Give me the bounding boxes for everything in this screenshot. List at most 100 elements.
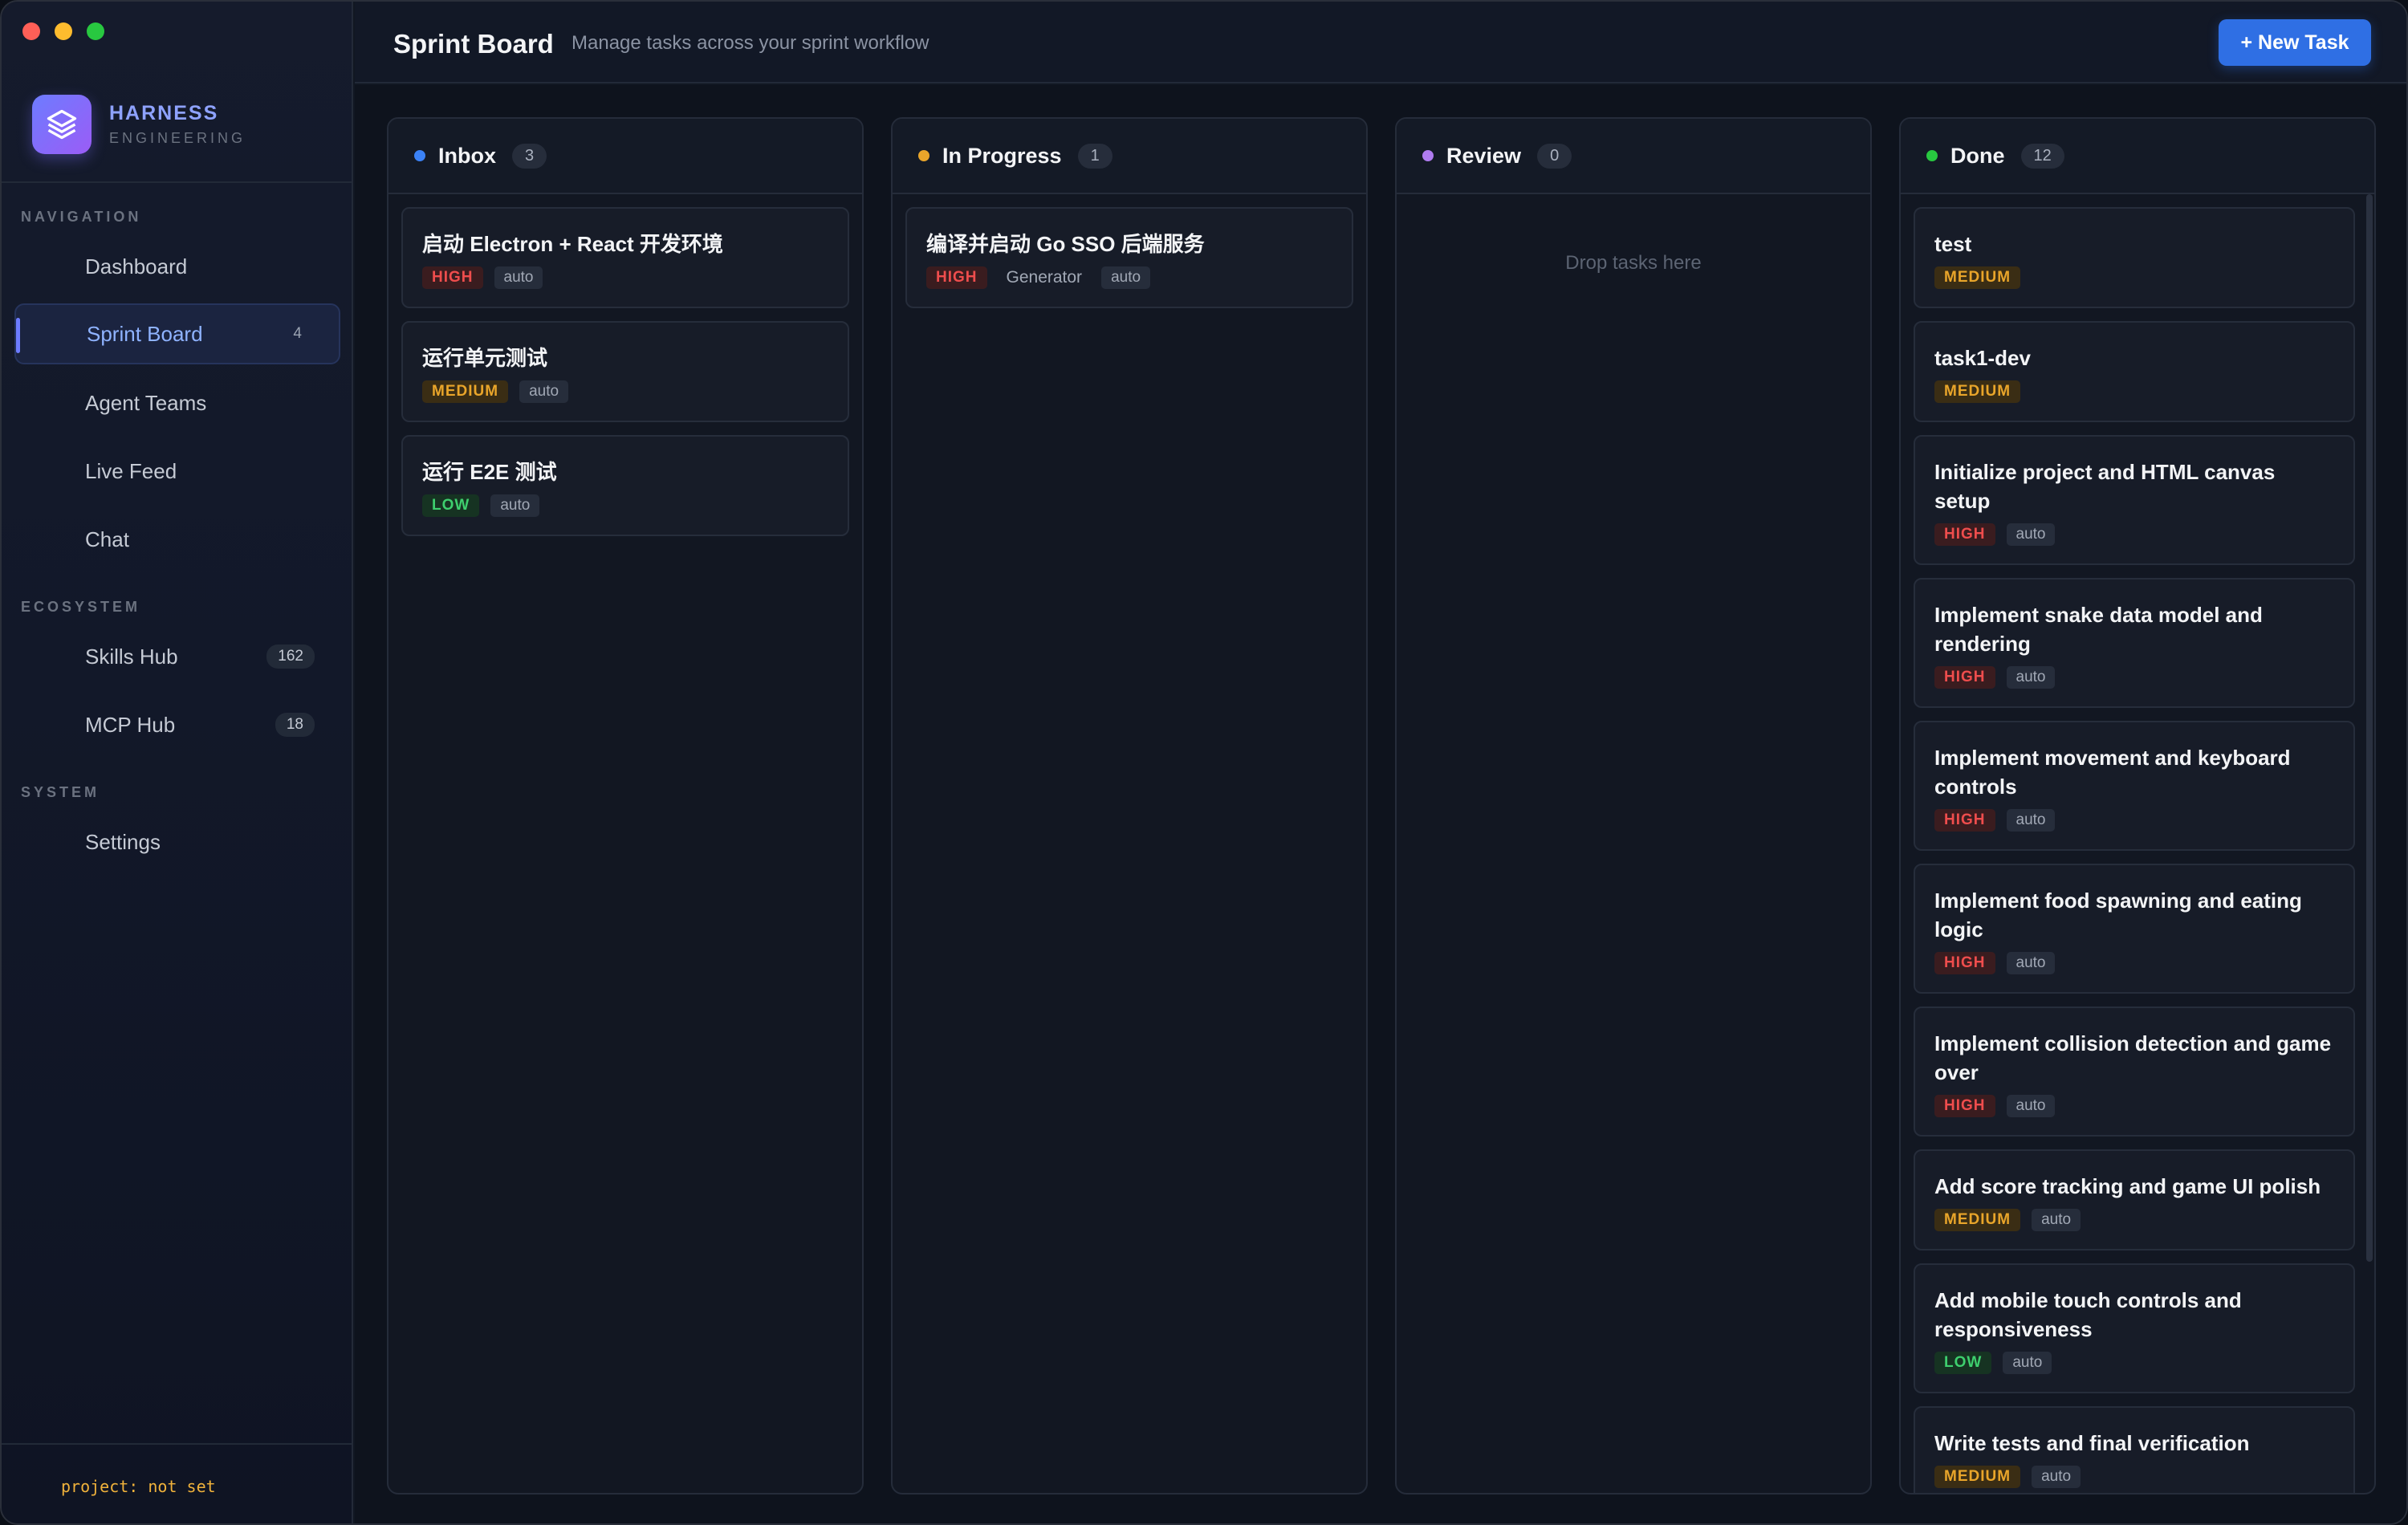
priority-badge: LOW bbox=[1934, 1352, 1992, 1374]
task-card[interactable]: 启动 Electron + React 开发环境 HIGH auto bbox=[401, 207, 849, 308]
sidebar-item-sprint-board[interactable]: Sprint Board 4 bbox=[14, 303, 340, 364]
drop-zone[interactable]: Drop tasks here bbox=[1397, 194, 1870, 287]
column-body: 启动 Electron + React 开发环境 HIGH auto 运行单元测… bbox=[388, 194, 862, 562]
task-title: 编译并启动 Go SSO 后端服务 bbox=[926, 232, 1205, 256]
sprint-board: Inbox 3 启动 Electron + React 开发环境 HIGH au… bbox=[355, 85, 2406, 1523]
column-header: In Progress 1 bbox=[893, 119, 1366, 194]
status-dot bbox=[918, 150, 929, 161]
task-card[interactable]: 编译并启动 Go SSO 后端服务 HIGH Generator auto bbox=[905, 207, 1353, 308]
sidebar-item-label: Live Feed bbox=[85, 458, 177, 483]
mode-tag: auto bbox=[2006, 523, 2056, 546]
mode-tag: auto bbox=[490, 494, 540, 517]
priority-badge: HIGH bbox=[1934, 666, 1995, 689]
layers-logo-icon bbox=[32, 95, 92, 154]
mode-tag: auto bbox=[2003, 1352, 2052, 1374]
column-count: 0 bbox=[1537, 143, 1572, 169]
priority-badge: MEDIUM bbox=[1934, 1209, 2021, 1231]
column-count: 12 bbox=[2020, 143, 2064, 169]
sidebar-item-agent-teams[interactable]: Agent Teams bbox=[14, 372, 340, 433]
column-title: In Progress bbox=[942, 143, 1062, 168]
task-meta: HIGH auto bbox=[1934, 952, 2334, 974]
mode-tag: auto bbox=[2006, 809, 2056, 832]
mode-tag: auto bbox=[1101, 266, 1151, 289]
task-title: 启动 Electron + React 开发环境 bbox=[422, 232, 723, 256]
column-count: 3 bbox=[512, 143, 547, 169]
task-title: 运行 E2E 测试 bbox=[422, 460, 557, 484]
column-inbox: Inbox 3 启动 Electron + React 开发环境 HIGH au… bbox=[387, 117, 864, 1494]
sidebar-item-live-feed[interactable]: Live Feed bbox=[14, 441, 340, 502]
sidebar-item-label: Chat bbox=[85, 527, 129, 551]
sidebar: HARNESS ENGINEERING NAVIGATION Dashboard… bbox=[2, 2, 353, 1523]
task-card[interactable]: 运行 E2E 测试 LOW auto bbox=[401, 435, 849, 536]
sidebar-item-mcp-hub[interactable]: MCP Hub 18 bbox=[14, 694, 340, 755]
task-meta: MEDIUM auto bbox=[1934, 1209, 2334, 1231]
task-card[interactable]: 运行单元测试 MEDIUM auto bbox=[401, 321, 849, 422]
task-card[interactable]: Add score tracking and game UI polish ME… bbox=[1914, 1149, 2355, 1250]
page-subtitle: Manage tasks across your sprint workflow bbox=[571, 32, 929, 54]
task-card[interactable]: Implement movement and keyboard controls… bbox=[1914, 721, 2355, 851]
task-card[interactable]: Implement snake data model and rendering… bbox=[1914, 578, 2355, 708]
task-meta: HIGH auto bbox=[422, 266, 828, 289]
priority-badge: MEDIUM bbox=[422, 380, 509, 403]
task-title: Implement food spawning and eating logic bbox=[1934, 889, 2302, 941]
nav-section-navigation: NAVIGATION bbox=[21, 209, 142, 225]
page-title: Sprint Board bbox=[393, 29, 554, 59]
project-status: project: not set bbox=[61, 1477, 216, 1496]
task-card[interactable]: Add mobile touch controls and responsive… bbox=[1914, 1263, 2355, 1393]
task-meta: LOW auto bbox=[422, 494, 828, 517]
sidebar-item-skills-hub[interactable]: Skills Hub 162 bbox=[14, 626, 340, 687]
sidebar-item-dashboard[interactable]: Dashboard bbox=[14, 236, 340, 297]
task-title: Implement snake data model and rendering bbox=[1934, 603, 2263, 656]
new-task-button[interactable]: + New Task bbox=[2219, 19, 2371, 66]
task-title: test bbox=[1934, 232, 1972, 256]
task-title: task1-dev bbox=[1934, 346, 2031, 370]
priority-badge: HIGH bbox=[1934, 952, 1995, 974]
priority-badge: HIGH bbox=[1934, 523, 1995, 546]
priority-badge: MEDIUM bbox=[1934, 1466, 2021, 1488]
priority-badge: HIGH bbox=[1934, 809, 1995, 832]
task-card[interactable]: Initialize project and HTML canvas setup… bbox=[1914, 435, 2355, 565]
window-controls bbox=[22, 22, 104, 40]
status-dot bbox=[414, 150, 425, 161]
column-count: 1 bbox=[1077, 143, 1112, 169]
sidebar-item-label: Sprint Board bbox=[87, 321, 203, 346]
column-title: Inbox bbox=[438, 143, 496, 168]
sidebar-item-label: Skills Hub bbox=[85, 644, 178, 669]
priority-badge: LOW bbox=[422, 494, 480, 517]
task-card[interactable]: test MEDIUM bbox=[1914, 207, 2355, 308]
task-meta: HIGH auto bbox=[1934, 666, 2334, 689]
task-card[interactable]: task1-dev MEDIUM bbox=[1914, 321, 2355, 422]
maximize-window-button[interactable] bbox=[87, 22, 104, 40]
mode-tag: auto bbox=[2032, 1209, 2081, 1231]
sidebar-item-label: Dashboard bbox=[85, 254, 188, 279]
nav-section-system: SYSTEM bbox=[21, 784, 100, 800]
mode-tag: auto bbox=[2006, 1095, 2056, 1117]
column-title: Review bbox=[1446, 143, 1522, 168]
mode-tag: auto bbox=[2032, 1466, 2081, 1488]
minimize-window-button[interactable] bbox=[55, 22, 72, 40]
app-window: HARNESS ENGINEERING NAVIGATION Dashboard… bbox=[0, 0, 2408, 1525]
page-header: Sprint Board Manage tasks across your sp… bbox=[355, 2, 2406, 83]
sidebar-item-label: Agent Teams bbox=[85, 390, 207, 415]
column-review: Review 0 Drop tasks here bbox=[1395, 117, 1872, 1494]
sidebar-item-settings[interactable]: Settings bbox=[14, 811, 340, 872]
task-card[interactable]: Implement collision detection and game o… bbox=[1914, 1007, 2355, 1137]
mode-tag: auto bbox=[2006, 666, 2056, 689]
task-card[interactable]: Write tests and final verification MEDIU… bbox=[1914, 1406, 2355, 1493]
priority-badge: MEDIUM bbox=[1934, 380, 2021, 403]
task-meta: HIGH auto bbox=[1934, 1095, 2334, 1117]
task-title: Implement movement and keyboard controls bbox=[1934, 746, 2291, 799]
task-card[interactable]: Implement food spawning and eating logic… bbox=[1914, 864, 2355, 994]
task-meta: MEDIUM auto bbox=[1934, 1466, 2334, 1488]
column-done: Done 12 test MEDIUM task1-dev MEDIUM Ini… bbox=[1899, 117, 2376, 1494]
close-window-button[interactable] bbox=[22, 22, 40, 40]
sidebar-item-chat[interactable]: Chat bbox=[14, 509, 340, 570]
mode-tag: auto bbox=[2006, 952, 2056, 974]
brand-subtitle: ENGINEERING bbox=[109, 130, 246, 146]
count-badge: 4 bbox=[293, 325, 302, 342]
status-dot bbox=[1926, 150, 1938, 161]
task-meta: MEDIUM bbox=[1934, 380, 2334, 403]
column-in-progress: In Progress 1 编译并启动 Go SSO 后端服务 HIGH Gen… bbox=[891, 117, 1368, 1494]
task-title: Add score tracking and game UI polish bbox=[1934, 1174, 2321, 1198]
mode-tag: auto bbox=[519, 380, 569, 403]
